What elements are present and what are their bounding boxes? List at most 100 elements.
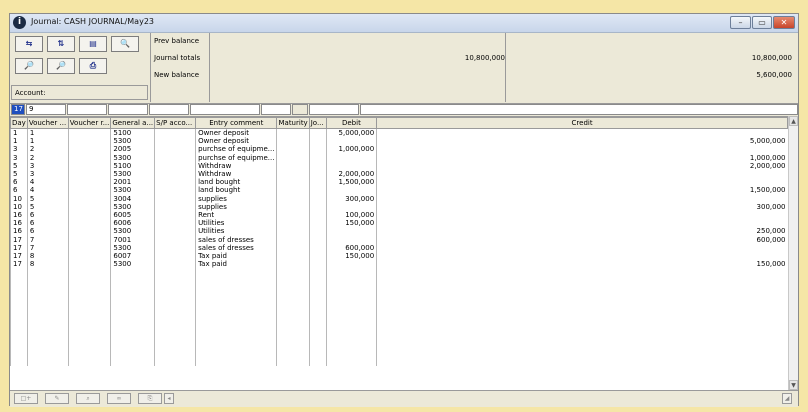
cell-sp-account[interactable] [154,227,196,236]
cell-credit[interactable] [376,169,788,179]
cell-debit[interactable] [325,186,377,195]
cell-sp-account[interactable] [154,128,196,138]
cell-credit[interactable] [376,145,788,154]
cell-credit[interactable]: 600,000 [376,235,788,244]
attach-icon[interactable]: ⎘ [138,393,162,404]
cell-entry-comment[interactable]: supplies [195,202,277,211]
split-button[interactable]: ⇅ [47,36,75,52]
cell-credit[interactable]: 300,000 [376,202,788,211]
cell-general-account[interactable]: 3004 [110,194,155,203]
maximize-button[interactable]: ▭ [752,16,772,29]
cell-sp-account[interactable] [154,194,196,203]
cell-sp-account[interactable] [154,137,196,146]
column-header-credit[interactable]: Credit [376,117,788,129]
cell-debit[interactable] [325,153,377,162]
cell-sp-account[interactable] [154,219,196,228]
cell-voucher-ref[interactable] [67,202,111,211]
cell-debit[interactable] [325,202,377,211]
cell-voucher-ref[interactable] [67,169,111,179]
vertical-scrollbar[interactable]: ▲ ▼ [788,116,798,390]
filter-credit-field[interactable] [360,104,798,115]
cell-journal[interactable] [308,260,327,269]
cell-voucher[interactable]: 8 [26,260,69,269]
cell-debit[interactable] [325,161,377,170]
transfer-button[interactable]: ⇆ [15,36,43,52]
cell-voucher-ref[interactable] [67,260,111,269]
column-header-voucher-ref[interactable]: Voucher r... [67,117,112,129]
cell-credit[interactable]: 5,000,000 [376,137,788,146]
cell-day[interactable]: 3 [10,145,28,154]
cell-journal[interactable] [308,169,327,179]
cell-maturity[interactable] [276,260,310,269]
table-row[interactable]: 10 5 3004 supplies 300,000 [10,194,788,203]
cell-general-account[interactable]: 2005 [110,145,155,154]
column-header-day[interactable]: Day [10,117,28,129]
cell-credit[interactable]: 250,000 [376,227,788,236]
cell-general-account[interactable]: 5300 [110,260,155,269]
cell-day[interactable]: 1 [10,128,28,138]
cell-voucher[interactable]: 8 [26,251,69,260]
cell-general-account[interactable]: 5300 [110,186,155,195]
cell-sp-account[interactable] [154,243,196,252]
book-button[interactable]: ▤ [79,36,107,52]
column-header-entry-comment[interactable]: Entry comment [195,117,278,129]
cell-day[interactable]: 17 [10,235,28,244]
table-row[interactable]: 10 5 5300 supplies 300,000 [10,202,788,211]
cell-voucher-ref[interactable] [67,235,111,244]
cell-credit[interactable] [376,251,788,260]
cell-maturity[interactable] [276,161,310,170]
filter-maturity-field[interactable] [261,104,291,115]
cell-day[interactable]: 16 [10,210,28,220]
search-currency-button[interactable]: 🔍 [111,36,139,52]
cell-sp-account[interactable] [154,178,196,187]
cell-credit[interactable]: 150,000 [376,260,788,269]
filter-sp-account-field[interactable] [149,104,189,115]
column-header-general-account[interactable]: General a... [110,117,156,129]
scroll-down-arrow-icon[interactable]: ▼ [789,380,798,390]
cell-journal[interactable] [308,178,327,187]
cell-debit[interactable]: 2,000,000 [325,169,377,179]
cell-debit[interactable] [325,227,377,236]
cell-sp-account[interactable] [154,153,196,162]
cell-journal[interactable] [308,186,327,195]
cell-day[interactable]: 17 [10,243,28,252]
cell-voucher[interactable]: 5 [26,202,69,211]
cell-credit[interactable] [376,128,788,138]
cell-entry-comment[interactable]: sales of dresses [195,243,277,252]
cell-credit[interactable] [376,178,788,187]
cell-sp-account[interactable] [154,260,196,269]
cell-entry-comment[interactable]: land bought [195,186,277,195]
filter-general-account-field[interactable] [108,104,148,115]
cell-entry-comment[interactable]: Rent [195,210,277,220]
cell-journal[interactable] [308,145,327,154]
cell-debit[interactable]: 150,000 [325,251,377,260]
scroll-left-arrow-icon[interactable]: ◂ [164,393,174,404]
cell-maturity[interactable] [276,128,310,138]
filter-voucher-field[interactable]: 9 [26,104,66,115]
cell-voucher-ref[interactable] [67,153,111,162]
cell-general-account[interactable]: 5300 [110,169,155,179]
cell-voucher[interactable]: 7 [26,243,69,252]
cell-sp-account[interactable] [154,235,196,244]
cell-voucher[interactable]: 3 [26,161,69,170]
table-row[interactable]: 6 4 2001 land bought 1,500,000 [10,178,788,187]
table-row[interactable]: 3 2 2005 purchse of equipme... 1,000,000 [10,145,788,154]
cell-day[interactable]: 6 [10,186,28,195]
cell-journal[interactable] [308,161,327,170]
zoom-button[interactable]: 🔎 [47,58,75,74]
cell-maturity[interactable] [276,186,310,195]
column-header-journal[interactable]: Jo... [308,117,327,129]
cell-entry-comment[interactable]: Withdraw [195,169,277,179]
cell-debit[interactable]: 150,000 [325,219,377,228]
cell-debit[interactable] [325,235,377,244]
cell-maturity[interactable] [276,137,310,146]
column-header-debit[interactable]: Debit [325,117,378,129]
cell-journal[interactable] [308,243,327,252]
cell-entry-comment[interactable]: sales of dresses [195,235,277,244]
cell-debit[interactable] [325,260,377,269]
cell-entry-comment[interactable]: Tax paid [195,251,277,260]
cell-journal[interactable] [308,227,327,236]
filter-journal-field[interactable] [292,104,308,115]
cell-maturity[interactable] [276,219,310,228]
table-row[interactable]: 3 2 5300 purchse of equipme... 1,000,000 [10,153,788,162]
